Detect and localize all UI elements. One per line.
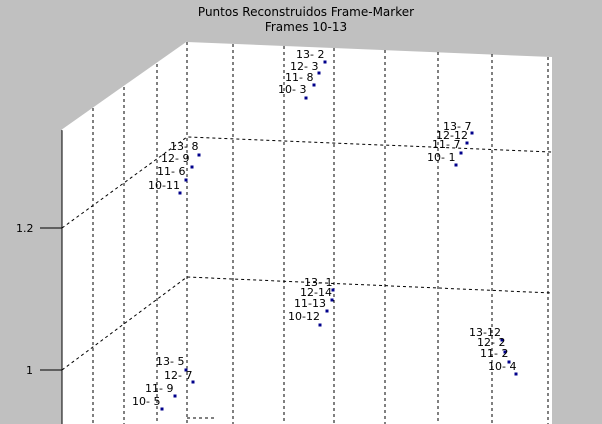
point-label: 10- 3: [278, 83, 306, 96]
point-label: 10-12: [288, 310, 320, 323]
z-tick-label-1-2: 1.2: [16, 222, 34, 235]
point-label: 11- 6: [157, 165, 185, 178]
point-label: 10- 1: [427, 151, 455, 164]
point-label: 11- 7: [432, 138, 460, 151]
z-tick-label-1: 1: [26, 364, 33, 377]
data-point: [184, 178, 188, 182]
data-point: [197, 153, 201, 157]
chart-canvas: 1.2 1 Puntos Reconstruidos Frame-Marker …: [16, 5, 553, 424]
data-point: [459, 151, 463, 155]
point-label: 11- 9: [145, 382, 173, 395]
chart-title: Puntos Reconstruidos Frame-Marker: [198, 5, 414, 19]
point-label: 11-13: [294, 297, 326, 310]
point-label: 10- 5: [132, 395, 160, 408]
data-point: [318, 323, 322, 327]
data-point: [190, 165, 194, 169]
data-point: [173, 394, 177, 398]
chart-subtitle: Frames 10-13: [265, 20, 347, 34]
data-point: [304, 96, 308, 100]
data-point: [160, 407, 164, 411]
point-label: 10-11: [148, 179, 180, 192]
z-ticks: [40, 227, 62, 371]
point-label: 11- 2: [480, 347, 508, 360]
point-label: 12- 7: [164, 369, 192, 382]
point-label: 13- 5: [156, 355, 184, 368]
point-label: 10- 4: [488, 360, 516, 373]
point-label: 12- 9: [161, 152, 189, 165]
